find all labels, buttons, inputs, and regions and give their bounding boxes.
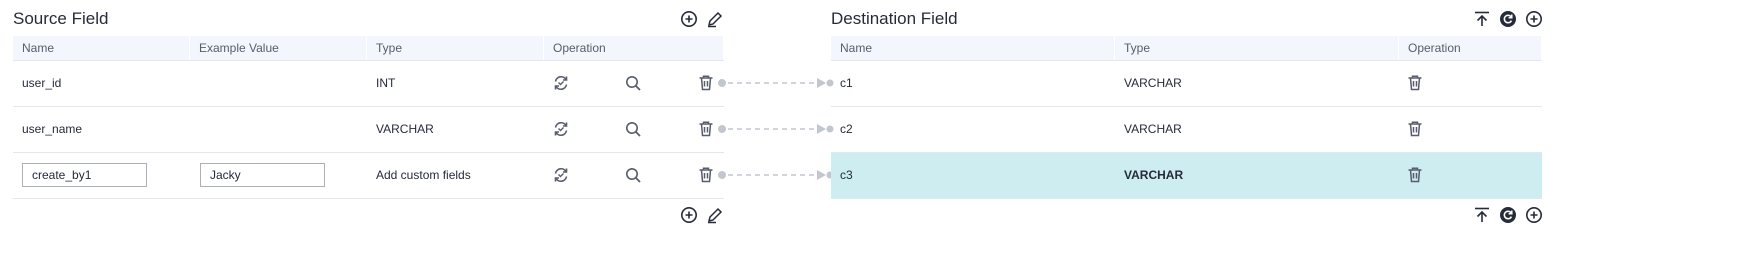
- destination-top-toolbar: [1473, 10, 1543, 28]
- custom-field-name-input[interactable]: [22, 163, 147, 187]
- mapping-connector[interactable]: [716, 77, 834, 89]
- mapping-connector[interactable]: [716, 123, 834, 135]
- source-name-cell: user_name: [22, 122, 83, 136]
- delete-icon[interactable]: [697, 166, 715, 184]
- destination-type-cell: VARCHAR: [1124, 76, 1182, 90]
- column-header-example-value: Example Value: [190, 36, 367, 60]
- destination-type-cell: VARCHAR: [1124, 168, 1184, 182]
- column-header-operation: Operation: [1399, 36, 1542, 60]
- destination-name-cell: c3: [840, 168, 853, 182]
- destination-row-selected[interactable]: c3 VARCHAR: [831, 153, 1542, 199]
- destination-field-title: Destination Field: [831, 9, 958, 28]
- edit-pen-icon[interactable]: [706, 10, 724, 28]
- source-row: Add custom fields: [13, 153, 724, 199]
- source-type-cell: VARCHAR: [376, 122, 434, 136]
- delete-icon[interactable]: [1406, 74, 1424, 92]
- destination-table-header: Name Type Operation: [831, 36, 1542, 61]
- destination-name-cell: c1: [840, 76, 853, 90]
- column-header-operation: Operation: [544, 36, 724, 60]
- delete-icon[interactable]: [1406, 166, 1424, 184]
- column-header-type: Type: [367, 36, 544, 60]
- source-type-cell: INT: [376, 76, 396, 90]
- convert-icon[interactable]: [552, 74, 570, 92]
- destination-bottom-toolbar: [1473, 206, 1543, 224]
- delete-icon[interactable]: [697, 74, 715, 92]
- add-circle-icon[interactable]: [1525, 206, 1543, 224]
- destination-row[interactable]: c2 VARCHAR: [831, 107, 1542, 153]
- add-circle-icon[interactable]: [1525, 10, 1543, 28]
- destination-name-cell: c2: [840, 122, 853, 136]
- import-upload-icon[interactable]: [1473, 206, 1491, 224]
- refresh-icon[interactable]: [1499, 206, 1517, 224]
- add-circle-icon[interactable]: [680, 10, 698, 28]
- import-upload-icon[interactable]: [1473, 10, 1491, 28]
- search-icon[interactable]: [624, 166, 642, 184]
- search-icon[interactable]: [624, 74, 642, 92]
- source-table-header: Name Example Value Type Operation: [13, 36, 724, 61]
- source-field-title: Source Field: [13, 9, 109, 28]
- search-icon[interactable]: [624, 120, 642, 138]
- edit-pen-icon[interactable]: [706, 206, 724, 224]
- mapping-connector[interactable]: [716, 169, 834, 181]
- column-header-type: Type: [1115, 36, 1399, 60]
- source-top-toolbar: [680, 10, 724, 28]
- add-circle-icon[interactable]: [680, 206, 698, 224]
- source-row: user_id INT: [13, 61, 724, 107]
- destination-type-cell: VARCHAR: [1124, 122, 1182, 136]
- source-example-cell: [190, 61, 199, 106]
- custom-field-example-input[interactable]: [200, 163, 325, 187]
- refresh-icon[interactable]: [1499, 10, 1517, 28]
- source-example-cell: [190, 107, 199, 152]
- destination-row[interactable]: c1 VARCHAR: [831, 61, 1542, 107]
- convert-icon[interactable]: [552, 120, 570, 138]
- source-type-cell: Add custom fields: [376, 168, 471, 182]
- source-bottom-toolbar: [680, 206, 724, 224]
- column-header-name: Name: [13, 36, 190, 60]
- delete-icon[interactable]: [697, 120, 715, 138]
- column-header-name: Name: [831, 36, 1115, 60]
- source-name-cell: user_id: [22, 76, 62, 90]
- convert-icon[interactable]: [552, 166, 570, 184]
- delete-icon[interactable]: [1406, 120, 1424, 138]
- source-row: user_name VARCHAR: [13, 107, 724, 153]
